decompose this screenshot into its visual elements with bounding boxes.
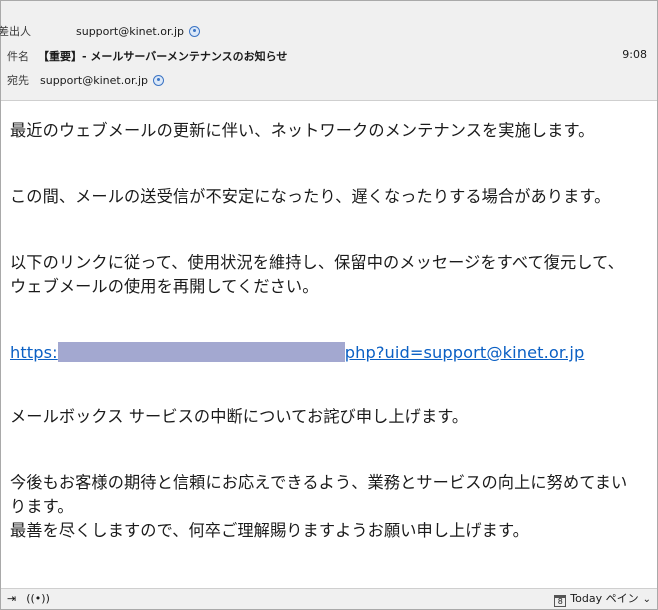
body-paragraph: メールボックス サービスの中断についてお詫び申し上げます。 xyxy=(10,407,469,426)
redaction-block xyxy=(57,342,345,362)
today-pane-label[interactable]: Today ペイン xyxy=(570,592,638,605)
calendar-icon: 8 xyxy=(554,595,567,607)
to-address-text[interactable]: support@kinet.or.jp xyxy=(40,74,148,87)
to-label: 宛先 xyxy=(7,74,29,87)
from-label: 差出人 xyxy=(0,25,31,38)
message-body: 最近のウェブメールの更新に伴い、ネットワークのメンテナンスを実施します。 この間… xyxy=(10,101,650,543)
wireless-icon[interactable]: ((•)) xyxy=(26,592,50,605)
message-window: 差出人 support@kinet.or.jp 件名 【重要】- メールサーバー… xyxy=(0,0,658,610)
status-bar: ⇥ ((•)) 8 Today ペイン ⌄ xyxy=(1,588,657,609)
from-address-text[interactable]: support@kinet.or.jp xyxy=(76,25,184,38)
body-link-suffix[interactable]: php?uid=support@kinet.or.jp xyxy=(345,343,585,362)
body-paragraph: この間、メールの送受信が不安定になったり、遅くなったりする場合があります。 xyxy=(10,187,611,206)
body-paragraph: 最善を尽くしますので、何卒ご理解賜りますようお願い申し上げます。 xyxy=(10,521,529,540)
status-left: ⇥ ((•)) xyxy=(7,589,50,609)
enter-arrow-icon[interactable]: ⇥ xyxy=(7,592,16,605)
subject-text: 【重要】- メールサーバーメンテナンスのお知らせ xyxy=(38,50,288,63)
chevron-down-icon[interactable]: ⌄ xyxy=(643,594,651,605)
body-paragraph: 今後もお客様の期待と信頼にお応えできるよう、業務とサービスの向上に努めてまいりま… xyxy=(10,473,628,516)
body-link-prefix[interactable]: https: xyxy=(10,343,58,362)
phishing-link-line: https: php?uid=support@kinet.or.jp xyxy=(10,341,650,365)
subject-label: 件名 xyxy=(7,50,29,63)
body-paragraph: 最近のウェブメールの更新に伴い、ネットワークのメンテナンスを実施します。 xyxy=(10,121,595,140)
from-address[interactable]: support@kinet.or.jp xyxy=(76,23,200,41)
today-pane-toggle[interactable]: 8 Today ペイン ⌄ xyxy=(554,589,651,609)
subject-row: 件名 【重要】- メールサーバーメンテナンスのお知らせ xyxy=(1,48,601,66)
message-header: 差出人 support@kinet.or.jp 件名 【重要】- メールサーバー… xyxy=(0,1,657,101)
body-paragraph: 以下のリンクに従って、使用状況を維持し、保留中のメッセージをすべて復元して、ウェ… xyxy=(10,253,624,296)
to-address[interactable]: support@kinet.or.jp xyxy=(40,72,164,90)
presence-icon xyxy=(153,74,164,86)
presence-icon xyxy=(189,25,200,37)
message-time: 9:08 xyxy=(622,48,647,61)
